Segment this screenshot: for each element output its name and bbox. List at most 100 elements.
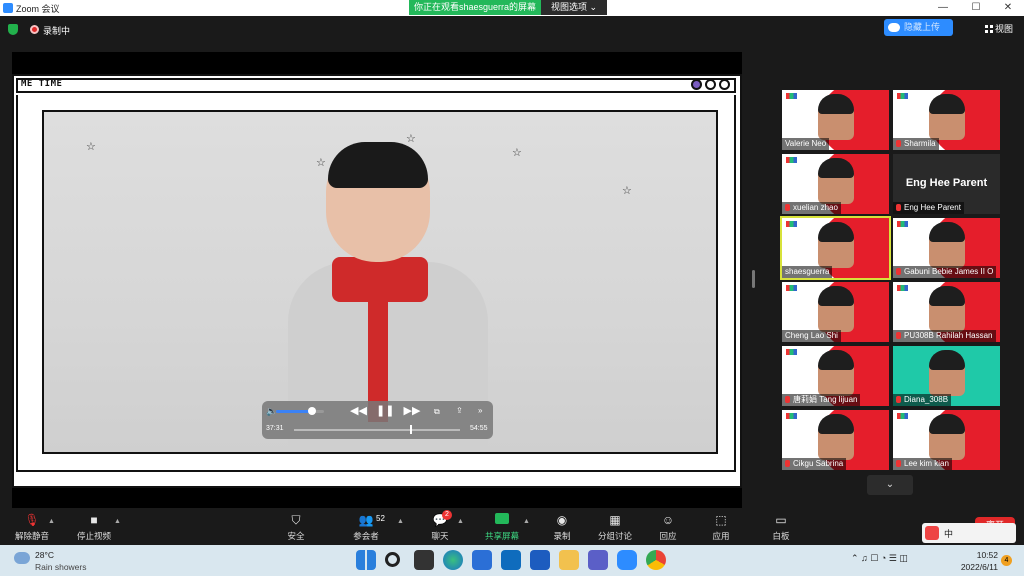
edge-icon[interactable] [443, 550, 463, 570]
chat-caret[interactable]: ▲ [457, 518, 464, 525]
participant-tile[interactable]: Eng Hee Parent Eng Hee Parent [893, 154, 1000, 214]
mail-icon[interactable] [501, 550, 521, 570]
viewing-screen-banner: 你正在观看shaesguerra的屏幕 [409, 0, 541, 15]
participant-tile[interactable]: PU308B Rahilah Hassan [893, 282, 1000, 342]
window-dot-icon [705, 79, 716, 90]
store-icon[interactable] [472, 550, 492, 570]
participant-tile[interactable]: Valerie Neo [782, 90, 889, 150]
participant-tile[interactable]: Gabuni Bebie James II O [893, 218, 1000, 278]
video-label: 停止视频 [76, 531, 111, 541]
school-logo-icon [897, 93, 908, 99]
panel-splitter[interactable] [752, 270, 755, 288]
volume-level [276, 410, 312, 413]
child-hair [328, 142, 428, 188]
share-caret[interactable]: ▲ [523, 518, 530, 525]
participant-tile[interactable]: Sharmila [893, 90, 1000, 150]
participant-name: xuelian zhao [793, 203, 838, 212]
participant-name: Sharmila [904, 139, 936, 148]
star-icon: ☆ [316, 157, 326, 169]
mic-muted-icon [896, 396, 901, 403]
participant-tile[interactable]: Cikgu Sabrina [782, 410, 889, 470]
participant-tile[interactable]: Cheng Lao Shi [782, 282, 889, 342]
encryption-shield-icon[interactable] [8, 24, 18, 35]
school-logo-icon [786, 285, 797, 291]
progress-bar[interactable] [294, 429, 460, 431]
cloud-upload-button[interactable]: 隐藏上传 [884, 19, 953, 36]
view-button[interactable]: 视图 [985, 22, 1013, 35]
teams-icon[interactable] [588, 550, 608, 570]
chat-label: 聊天 [431, 531, 449, 541]
participant-display-name: Eng Hee Parent [905, 177, 988, 189]
participants-caret[interactable]: ▲ [397, 518, 404, 525]
whiteboard-button[interactable]: ▭ 白板 [749, 513, 813, 542]
audio-options-caret[interactable]: ▲ [48, 518, 55, 525]
participant-name-label: shaesguerra [782, 266, 833, 278]
slide-title-bar [16, 78, 736, 93]
school-logo-icon [786, 93, 797, 99]
share-screen-label: 共享屏幕 [484, 531, 519, 541]
mic-muted-icon [785, 204, 790, 211]
ime-toolbar[interactable]: 中 [922, 523, 1016, 543]
whiteboard-icon: ▭ [775, 513, 787, 527]
video-options-caret[interactable]: ▲ [114, 518, 121, 525]
ime-logo-icon [925, 526, 939, 540]
participant-tile[interactable]: xuelian zhao [782, 154, 889, 214]
mic-muted-icon [896, 140, 901, 147]
participant-name-label: Valerie Neo [782, 138, 830, 150]
participant-tile[interactable]: shaesguerra [780, 216, 891, 280]
volume-knob[interactable] [308, 407, 316, 415]
rewind-button[interactable]: ◀◀ [350, 405, 367, 417]
recording-status[interactable]: 录制中 [43, 24, 70, 37]
star-icon: ☆ [86, 141, 96, 153]
participant-tile[interactable]: Lee kim kian [893, 410, 1000, 470]
participant-name: Cikgu Sabrina [793, 459, 844, 468]
clock-time[interactable]: 10:52 [970, 550, 998, 560]
people-icon: 👥 [358, 513, 374, 527]
weather-icon[interactable] [14, 552, 30, 564]
participant-tile[interactable]: Diana_308B [893, 346, 1000, 406]
security-button[interactable]: ⛉ 安全 [264, 513, 328, 542]
zoom-app-icon [3, 3, 13, 13]
apps-button[interactable]: ⬚ 应用 [689, 513, 753, 542]
zoom-taskbar-icon[interactable] [617, 550, 637, 570]
minimize-button[interactable]: — [927, 0, 959, 16]
weather-description[interactable]: Rain showers [35, 562, 87, 572]
search-icon[interactable] [385, 552, 400, 567]
pause-button[interactable]: ❚❚ [376, 405, 394, 417]
school-logo-icon [897, 285, 908, 291]
fast-forward-button[interactable]: ▶▶ [403, 405, 420, 417]
ime-language[interactable]: 中 [944, 527, 953, 540]
share-icon[interactable]: ⇪ [456, 406, 463, 415]
school-logo-icon [897, 413, 908, 419]
participants-label: 参会者 [353, 531, 379, 541]
close-window-button[interactable]: ✕ [992, 0, 1024, 16]
progress-handle[interactable] [410, 425, 413, 434]
participant-tile[interactable]: 唐莉娟 Tang lijuan [782, 346, 889, 406]
view-options-dropdown[interactable]: 视图选项 ⌄ [541, 0, 607, 15]
whiteboard-label: 白板 [772, 531, 790, 541]
school-logo-icon [786, 413, 797, 419]
pip-icon[interactable]: ⧉ [434, 407, 440, 417]
chrome-icon[interactable] [646, 550, 666, 570]
file-explorer-icon[interactable] [559, 550, 579, 570]
word-icon[interactable] [530, 550, 550, 570]
participants-button[interactable]: 👥 参会者 [334, 513, 398, 542]
view-label: 视图 [995, 24, 1014, 34]
start-icon[interactable] [356, 550, 376, 570]
video-controls: 🔈 ◀◀ ❚❚ ▶▶ ⧉ ⇪ » 37:31 54:55 [262, 401, 493, 439]
participants-count: 52 [376, 514, 385, 523]
star-icon: ☆ [512, 147, 522, 159]
participant-name-label: Gabuni Bebie James II O [893, 266, 997, 278]
participant-name: 唐莉娟 Tang lijuan [793, 395, 858, 404]
more-icon[interactable]: » [478, 406, 482, 415]
task-view-icon[interactable] [414, 550, 434, 570]
weather-temperature[interactable]: 28°C [35, 550, 54, 560]
system-tray-icons[interactable]: ⌃ ♫ ☐ ◔ ☰ ◫ [851, 553, 908, 564]
participant-name-label: PU308B Rahilah Hassan [893, 330, 996, 342]
notification-badge[interactable]: 4 [1001, 555, 1012, 566]
gallery-next-page-button[interactable]: ⌄ [867, 475, 913, 495]
maximize-button[interactable]: ☐ [960, 0, 992, 16]
recording-icon [30, 25, 39, 34]
clock-date[interactable]: 2022/6/11 [957, 562, 998, 572]
window-dot-icon [719, 79, 730, 90]
